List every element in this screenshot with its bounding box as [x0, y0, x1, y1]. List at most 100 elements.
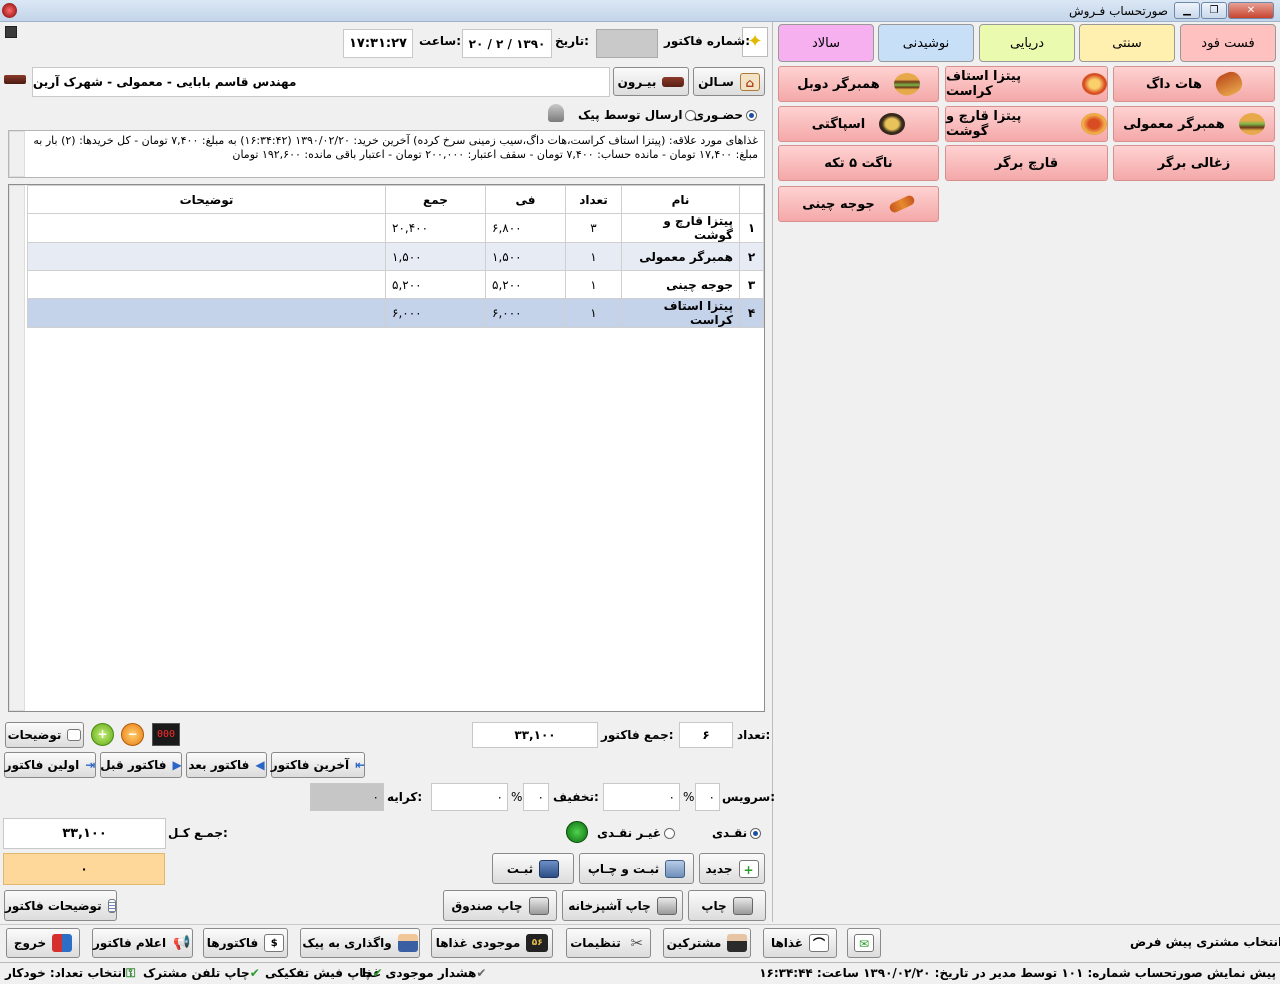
exit-door-icon [52, 934, 73, 952]
announce-invoice-button[interactable]: اعلام فاکتور 📢 [92, 928, 193, 958]
notes-button[interactable]: توضیحات [5, 722, 84, 748]
remove-row-icon[interactable]: − [121, 723, 144, 746]
message-button[interactable]: ✉ [847, 928, 881, 958]
category-salad[interactable]: سالاد [778, 24, 874, 62]
food-label: قارچ برگر [994, 155, 1059, 171]
food-burger[interactable]: همبرگر معمولی [1113, 106, 1275, 142]
discount-percent-field[interactable]: ۰ [523, 783, 549, 811]
food-nuggets[interactable]: ناگت ۵ تکه [778, 145, 939, 181]
burger-icon [1238, 113, 1265, 135]
time-field[interactable]: ۱۷:۳۱:۲۷ [343, 29, 413, 58]
customer-card-icon[interactable] [4, 75, 26, 84]
service-amount-field[interactable]: ۰ [603, 783, 680, 811]
print-kitchen-button[interactable]: چاپ آشپزخانه [562, 890, 683, 921]
service-percent-field[interactable]: ۰ [695, 783, 720, 811]
delivery-in-person-radio[interactable]: حضـوری [693, 108, 758, 122]
prev-invoice-button[interactable]: فاکتور قبل ▶ [100, 752, 182, 778]
grid-scrollbar[interactable] [9, 185, 25, 711]
category-drinks[interactable]: نوشیدنی [878, 24, 974, 62]
exit-button[interactable]: خروج [6, 928, 80, 958]
next-invoice-button[interactable]: فاکتور بعد ◀ [186, 752, 267, 778]
food-mushroom-burger[interactable]: قارچ برگر [945, 145, 1108, 181]
outside-button[interactable]: بیـرون [613, 67, 689, 96]
food-pizza-mushroom-meat[interactable]: پیتزا قارچ و گوشت [945, 106, 1108, 142]
status-auto-count[interactable]: ⚿انتخاب تعداد: خودکار [5, 966, 135, 981]
foods-button[interactable]: غذاها ⌒ [763, 928, 837, 958]
food-hotdog[interactable]: هات داگ [1113, 66, 1275, 102]
new-invoice-button[interactable]: جدید + [699, 853, 765, 884]
print-button[interactable]: چاپ [688, 890, 766, 921]
payment-cash-radio[interactable]: نقـدی [712, 826, 762, 840]
display-icon[interactable]: 000 [152, 723, 180, 746]
column-header-price[interactable]: فی [485, 185, 566, 214]
print-cashbox-button[interactable]: چاپ صندوق [443, 890, 557, 921]
category-traditional[interactable]: سنتی [1079, 24, 1175, 62]
column-header-name[interactable]: نام [621, 185, 740, 214]
rent-label: کرایه: [387, 790, 423, 804]
maximize-button[interactable]: ❐ [1201, 2, 1227, 19]
key-icon: ⚿ [126, 966, 136, 980]
info-scrollbar[interactable] [9, 131, 25, 177]
category-fastfood[interactable]: فست فود [1180, 24, 1276, 62]
first-icon: ⇥ [85, 758, 96, 772]
column-header-qty[interactable]: تعداد [565, 185, 622, 214]
rent-field[interactable]: ۰ [310, 783, 384, 811]
table-row[interactable]: ۲ همبرگر معمولی ۱ ۱,۵۰۰ ۱,۵۰۰ [27, 242, 764, 271]
prev-invoice-label: فاکتور قبل [100, 758, 167, 772]
food-pizza-stuffed-crust[interactable]: پیتزا استاف کراست [945, 66, 1108, 102]
assign-courier-button[interactable]: واگذاری به پیک [300, 928, 420, 958]
payment-noncash-radio[interactable]: غیـر نقـدی [597, 826, 676, 840]
settings-button[interactable]: تنظیمات ✂ [566, 928, 651, 958]
save-button[interactable]: ثبـت [492, 853, 574, 884]
save-print-icon [665, 859, 686, 878]
customer-info-box: غذاهای مورد علاقه: (پیتزا استاف کراست،ها… [8, 130, 765, 178]
save-icon[interactable] [5, 26, 17, 38]
minimize-button[interactable]: ▁ [1174, 2, 1200, 19]
invoice-number-field[interactable] [596, 29, 658, 58]
row-qty: ۱ [565, 270, 622, 299]
table-row[interactable]: ۱ پیتزا قارچ و گوشت ۳ ۶,۸۰۰ ۲۰,۴۰۰ [27, 213, 764, 243]
next-invoice-label: فاکتور بعد [188, 758, 250, 772]
first-invoice-button[interactable]: اولین فاکتور ⇥ [4, 752, 96, 778]
row-qty: ۳ [565, 213, 622, 243]
default-customer-checkbox[interactable]: ✓انتخاب مشتری پیش فرض [1130, 935, 1280, 949]
food-charcoal-burger[interactable]: زغالی برگر [1113, 145, 1275, 181]
status-print-split[interactable]: ✔چاپ فیش تفکیکی [265, 966, 383, 980]
row-price: ۶,۰۰۰ [485, 298, 566, 328]
status-light-icon [566, 821, 588, 843]
add-row-icon[interactable]: + [91, 723, 114, 746]
food-stock-button[interactable]: موجودی غذاها ۵۶ [431, 928, 553, 958]
column-header-total[interactable]: جمع [385, 185, 486, 214]
status-print-phone[interactable]: ✔چاپ تلفن مشترک [143, 966, 260, 980]
salon-button[interactable]: سـالن ⌂ [693, 67, 765, 96]
date-field[interactable]: ۲۰ / ۲ / ۱۳۹۰ [462, 29, 552, 58]
invoice-table: نام تعداد فی جمع توضیحات ۱ پیتزا قارچ و … [27, 185, 764, 328]
last-invoice-button[interactable]: آخرین فاکتور ⇤ [271, 752, 365, 778]
delivery-courier-radio[interactable]: ارسال توسط پیک [578, 108, 697, 122]
save-print-button[interactable]: ثبـت و چـاپ [579, 853, 694, 884]
invoice-notes-button[interactable]: توضیحات فاکتور [4, 890, 117, 921]
grand-total-label: جمـع کـل: [168, 826, 228, 840]
table-row[interactable]: ۳ جوجه چینی ۱ ۵,۲۰۰ ۵,۲۰۰ [27, 270, 764, 299]
invoice-icon: $ [264, 934, 285, 952]
food-double-burger[interactable]: همبرگر دوبل [778, 66, 939, 102]
food-spaghetti[interactable]: اسپاگتی [778, 106, 939, 142]
print-split-label: چاپ فیش تفکیکی [265, 966, 373, 980]
close-button[interactable]: ✕ [1228, 2, 1274, 19]
discount-amount-field[interactable]: ۰ [431, 783, 508, 811]
invoices-button[interactable]: فاکتورها $ [203, 928, 288, 958]
note-icon [67, 729, 82, 741]
customers-button[interactable]: مشترکین [663, 928, 751, 958]
customer-name-field[interactable]: مهندس قاسم بابایی - معمولی - شهرک آرین [32, 67, 610, 97]
time-label: ساعت: [419, 34, 462, 48]
category-seafood[interactable]: دریایی [979, 24, 1075, 62]
first-invoice-label: اولین فاکتور [4, 758, 80, 772]
paid-amount-field[interactable]: ۰ [3, 853, 165, 885]
table-row[interactable]: ۴ پیتزا استاف کراست ۱ ۶,۰۰۰ ۶,۰۰۰ [27, 298, 764, 328]
row-index: ۲ [739, 242, 764, 271]
food-chinese-chicken[interactable]: جوجه چینی [778, 186, 939, 222]
discount-percent-sign: % [511, 790, 523, 804]
column-header-notes[interactable]: توضیحات [27, 185, 386, 214]
printer-icon [528, 896, 549, 915]
food-label: همبرگر معمولی [1123, 116, 1225, 132]
